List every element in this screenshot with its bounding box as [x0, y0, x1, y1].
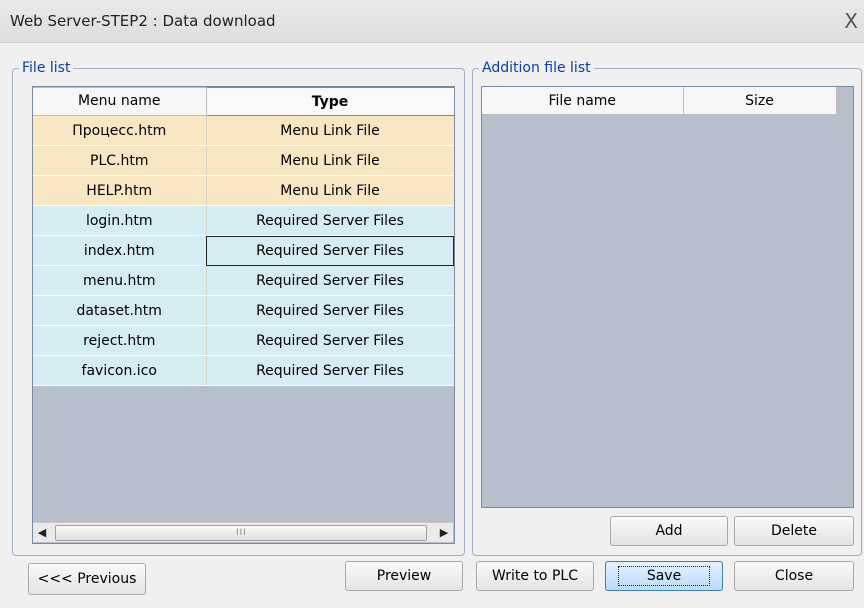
file-list-horizontal-scrollbar[interactable]: ◀ III ▶ [33, 522, 453, 542]
column-header-menu-name[interactable]: Menu name [33, 87, 207, 116]
cell-menu-name[interactable]: dataset.htm [33, 295, 207, 326]
column-header-type[interactable]: Type [205, 87, 454, 116]
cell-menu-name[interactable]: PLC.htm [33, 145, 207, 176]
table-row[interactable]: dataset.htm Required Server Files [33, 295, 454, 326]
table-row[interactable]: favicon.ico Required Server Files [33, 355, 454, 386]
cell-type[interactable]: Required Server Files [206, 355, 454, 386]
addition-file-list-table: File name Size [481, 86, 854, 508]
write-to-plc-button[interactable]: Write to PLC [476, 561, 594, 591]
scrollbar-grip-icon: III [236, 528, 247, 538]
cell-type[interactable]: Required Server Files [206, 235, 454, 266]
cell-type[interactable]: Required Server Files [206, 205, 454, 236]
cell-type[interactable]: Required Server Files [206, 265, 454, 296]
file-list-header-row: Menu name Type [33, 87, 454, 116]
table-row[interactable]: reject.htm Required Server Files [33, 325, 454, 356]
addition-file-list-legend: Addition file list [479, 60, 594, 76]
close-button[interactable]: Close [734, 561, 854, 591]
save-button[interactable]: Save [605, 561, 723, 591]
cell-type[interactable]: Menu Link File [206, 145, 454, 176]
cell-type[interactable]: Required Server Files [206, 295, 454, 326]
cell-menu-name[interactable]: HELP.htm [33, 175, 207, 206]
close-window-icon[interactable]: X [844, 9, 858, 33]
table-row[interactable]: menu.htm Required Server Files [33, 265, 454, 296]
column-header-file-name[interactable]: File name [482, 87, 684, 115]
previous-button[interactable]: <<< Previous [28, 563, 146, 595]
table-row[interactable]: HELP.htm Menu Link File [33, 175, 454, 206]
cell-menu-name[interactable]: Процесс.htm [33, 115, 207, 146]
cell-type[interactable]: Menu Link File [206, 115, 454, 146]
file-list-table: Menu name Type Процесс.htm Menu Link File… [32, 86, 455, 544]
window-title: Web Server-STEP2 : Data download [10, 12, 276, 30]
addition-header-row: File name Size [482, 87, 837, 115]
save-button-label: Save [617, 566, 711, 586]
cell-menu-name[interactable]: menu.htm [33, 265, 207, 296]
preview-button[interactable]: Preview [345, 561, 463, 591]
file-list-grid: Menu name Type Процесс.htm Menu Link File… [33, 87, 454, 386]
cell-menu-name[interactable]: index.htm [33, 235, 207, 266]
table-row[interactable]: login.htm Required Server Files [33, 205, 454, 236]
cell-type[interactable]: Required Server Files [206, 325, 454, 356]
delete-button[interactable]: Delete [734, 516, 854, 546]
cell-menu-name[interactable]: reject.htm [33, 325, 207, 356]
cell-menu-name[interactable]: login.htm [33, 205, 207, 236]
scroll-left-icon[interactable]: ◀ [33, 523, 51, 542]
table-row[interactable]: Процесс.htm Menu Link File [33, 115, 454, 146]
table-row[interactable]: PLC.htm Menu Link File [33, 145, 454, 176]
scroll-right-icon[interactable]: ▶ [435, 523, 453, 542]
cell-type[interactable]: Menu Link File [206, 175, 454, 206]
scrollbar-thumb[interactable]: III [55, 525, 427, 541]
add-button[interactable]: Add [610, 516, 728, 546]
title-bar: Web Server-STEP2 : Data download X [0, 0, 864, 43]
cell-menu-name[interactable]: favicon.ico [33, 355, 207, 386]
addition-file-grid: File name Size [482, 87, 837, 115]
column-header-size[interactable]: Size [683, 87, 837, 115]
file-list-legend: File list [19, 60, 74, 76]
table-row[interactable]: index.htm Required Server Files [33, 235, 454, 266]
